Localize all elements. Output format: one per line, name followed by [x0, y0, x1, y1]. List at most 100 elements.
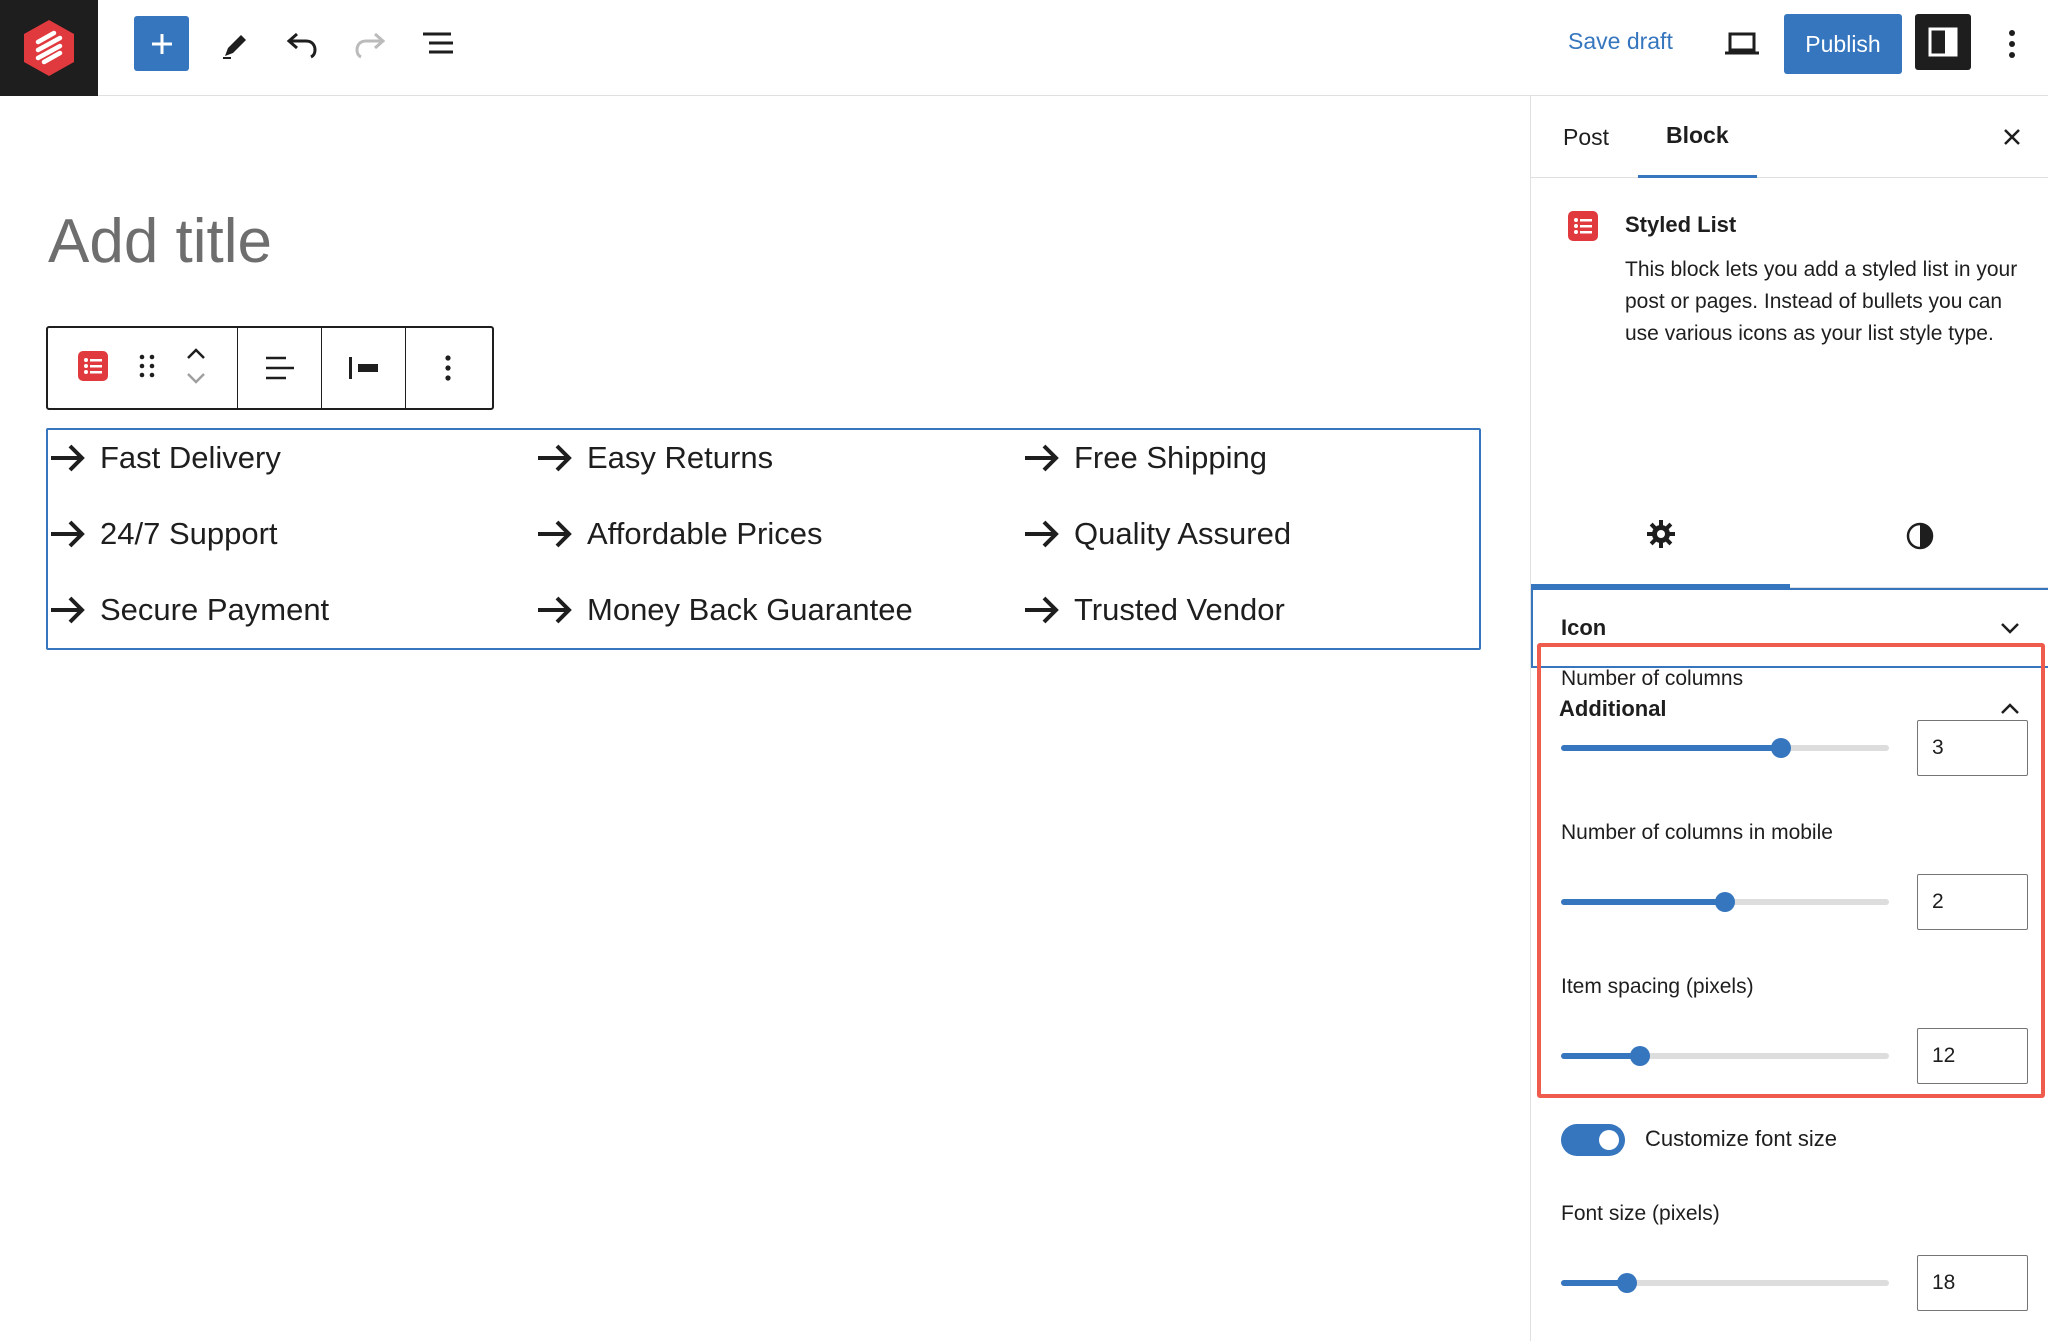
block-toolbar [46, 326, 494, 410]
settings-styles-tabs [1531, 484, 2048, 588]
list-item[interactable]: Secure Payment [48, 590, 329, 630]
styled-list-icon [1568, 211, 1598, 241]
arrow-right-icon [538, 520, 572, 548]
list-item-text[interactable]: Affordable Prices [587, 516, 823, 552]
columns-slider[interactable] [1561, 738, 1889, 758]
undo-button[interactable] [280, 22, 324, 66]
columns-mobile-label: Number of columns in mobile [1561, 821, 1833, 844]
arrow-right-icon [51, 444, 85, 472]
slider-thumb[interactable] [1770, 738, 1791, 758]
sidebar-toggle-icon [1928, 27, 1958, 57]
list-item-text[interactable]: Easy Returns [587, 440, 773, 476]
slider-thumb[interactable] [1629, 1046, 1650, 1066]
tab-styles[interactable] [1790, 484, 2048, 588]
editor-header: Save draft Publish [0, 0, 2048, 96]
list-item[interactable]: Affordable Prices [535, 514, 823, 554]
vertical-ellipsis-icon [2009, 30, 2015, 58]
slider-thumb[interactable] [1715, 892, 1735, 912]
chevron-down-icon [2001, 623, 2019, 634]
item-spacing-label: Item spacing (pixels) [1561, 975, 1754, 998]
document-overview-icon [423, 32, 453, 54]
tab-post[interactable]: Post [1563, 96, 1609, 178]
styled-list-icon [77, 350, 108, 381]
columns-input[interactable]: 3 [1917, 720, 2028, 776]
undo-icon [286, 32, 317, 59]
item-spacing-slider[interactable] [1561, 1046, 1889, 1066]
block-width-button[interactable] [322, 328, 406, 408]
gear-icon [1646, 520, 1675, 548]
list-item-text[interactable]: Quality Assured [1074, 516, 1291, 552]
settings-toggle-button[interactable] [1915, 14, 1971, 70]
block-width-icon [348, 357, 378, 379]
arrow-right-icon [538, 596, 572, 624]
list-item-text[interactable]: 24/7 Support [100, 516, 278, 552]
save-draft-button[interactable]: Save draft [1568, 28, 1673, 55]
list-item[interactable]: Free Shipping [1022, 438, 1267, 478]
close-icon [2004, 129, 2020, 145]
columns-mobile-input[interactable]: 2 [1917, 874, 2028, 930]
list-item[interactable]: Money Back Guarantee [535, 590, 913, 630]
list-item-text[interactable]: Fast Delivery [100, 440, 281, 476]
block-switcher-group [48, 328, 238, 408]
font-size-input[interactable]: 18 [1917, 1255, 2028, 1311]
move-up-down-button[interactable] [184, 344, 208, 393]
list-item-text[interactable]: Trusted Vendor [1074, 592, 1285, 628]
list-item-text[interactable]: Secure Payment [100, 592, 329, 628]
slider-fill [1561, 745, 1781, 751]
slider-thumb[interactable] [1616, 1273, 1637, 1293]
align-left-icon [265, 356, 294, 380]
list-item[interactable]: Trusted Vendor [1022, 590, 1285, 630]
block-card-description: This block lets you add a styled list in… [1625, 258, 2018, 345]
panel-title: Icon [1561, 615, 1607, 640]
move-up-down-icon [187, 347, 206, 384]
close-sidebar-button[interactable] [1997, 122, 2027, 152]
add-block-button[interactable] [134, 16, 189, 71]
list-item-text[interactable]: Free Shipping [1074, 440, 1267, 476]
site-logo-button[interactable] [0, 0, 98, 96]
tools-button[interactable] [214, 22, 258, 66]
settings-sidebar: Post Block Styled List This block lets y… [1530, 96, 2048, 1341]
site-logo-icon [24, 20, 74, 76]
publish-button[interactable]: Publish [1784, 14, 1902, 74]
list-item[interactable]: Easy Returns [535, 438, 773, 478]
list-item-text[interactable]: Money Back Guarantee [587, 592, 913, 628]
vertical-ellipsis-icon [445, 355, 451, 381]
font-size-slider[interactable] [1561, 1273, 1889, 1293]
arrow-right-icon [1025, 444, 1059, 472]
preview-button[interactable] [1720, 22, 1764, 66]
arrow-right-icon [1025, 520, 1059, 548]
document-overview-button[interactable] [416, 22, 460, 66]
drag-handle[interactable] [138, 352, 156, 385]
post-title-input[interactable]: Add title [48, 206, 272, 277]
list-item[interactable]: Quality Assured [1022, 514, 1291, 554]
half-circle-contrast-icon [1906, 522, 1933, 550]
arrow-right-icon [51, 520, 85, 548]
drag-handle-icon [139, 354, 154, 377]
align-button[interactable] [238, 328, 322, 408]
laptop-preview-icon [1725, 32, 1759, 55]
plus-icon [151, 33, 172, 54]
redo-button[interactable] [348, 22, 392, 66]
styled-list-block[interactable]: Fast Delivery Easy Returns Free Shipping… [46, 428, 1481, 650]
columns-label: Number of columns [1561, 667, 1744, 690]
customize-font-size-toggle[interactable] [1561, 1124, 1625, 1156]
block-more-options-button[interactable] [406, 328, 490, 408]
arrow-right-icon [1025, 596, 1059, 624]
tab-settings[interactable] [1531, 484, 1790, 588]
item-spacing-input[interactable]: 12 [1917, 1028, 2028, 1084]
sidebar-tabs: Post Block [1531, 96, 2048, 178]
customize-font-size-label: Customize font size [1645, 1126, 1837, 1151]
slider-fill [1561, 1053, 1640, 1059]
arrow-right-icon [538, 444, 572, 472]
block-card-title: Styled List [1625, 212, 1737, 237]
block-type-button[interactable] [77, 350, 109, 387]
list-item[interactable]: Fast Delivery [48, 438, 281, 478]
columns-mobile-slider[interactable] [1561, 892, 1889, 912]
list-item[interactable]: 24/7 Support [48, 514, 278, 554]
tab-block[interactable]: Block [1638, 96, 1757, 178]
font-size-label: Font size (pixels) [1561, 1202, 1720, 1225]
redo-icon [355, 32, 386, 59]
toggle-knob [1599, 1130, 1619, 1150]
slider-fill [1561, 899, 1725, 905]
options-menu-button[interactable] [1992, 22, 2032, 66]
